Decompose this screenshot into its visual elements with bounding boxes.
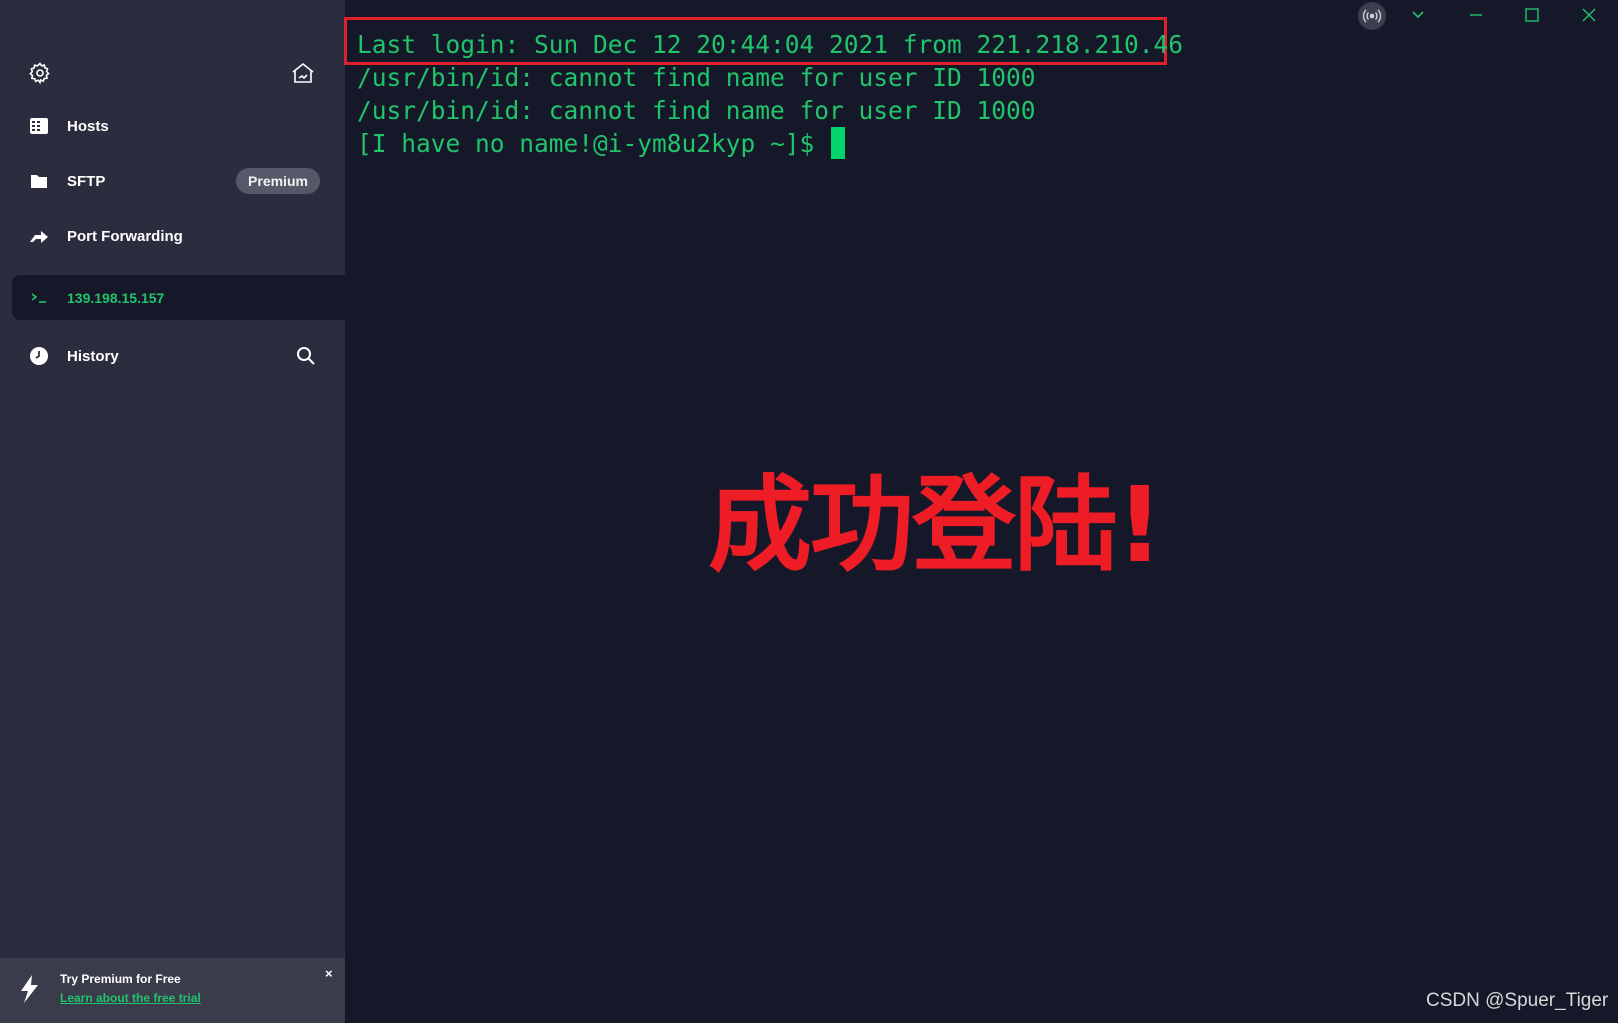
promo-title: Try Premium for Free [60, 972, 181, 986]
maximize-icon[interactable] [1518, 0, 1546, 30]
sidebar-item-session[interactable]: 139.198.15.157 [12, 275, 345, 320]
terminal-icon [28, 286, 50, 308]
terminal-line: Last login: Sun Dec 12 20:44:04 2021 fro… [357, 30, 1184, 59]
home-icon[interactable] [290, 60, 316, 86]
premium-promo: Try Premium for Free Learn about the fre… [0, 958, 345, 1023]
terminal-line: /usr/bin/id: cannot find name for user I… [357, 63, 1036, 92]
sidebar-item-label: 139.198.15.157 [67, 289, 165, 306]
sidebar: Hosts SFTP Premium Port Forwarding 139.1… [0, 0, 345, 1023]
sidebar-item-sftp[interactable]: SFTP Premium [12, 159, 345, 203]
premium-badge[interactable]: Premium [236, 168, 320, 194]
terminal-output[interactable]: Last login: Sun Dec 12 20:44:04 2021 fro… [357, 28, 1183, 160]
minimize-icon[interactable] [1462, 0, 1490, 30]
port-forwarding-icon [28, 225, 50, 247]
history-icon [28, 345, 50, 367]
sidebar-item-port-forwarding[interactable]: Port Forwarding [12, 214, 345, 258]
sidebar-item-history[interactable]: History [12, 334, 345, 378]
success-caption: 成功登陆! [708, 464, 1163, 586]
terminal-prompt-line: [I have no name!@i-ym8u2kyp ~]$ [357, 127, 1183, 160]
terminal-line: /usr/bin/id: cannot find name for user I… [357, 96, 1036, 125]
search-icon[interactable] [296, 346, 318, 368]
close-window-icon[interactable] [1575, 0, 1603, 30]
sidebar-item-label: History [67, 347, 119, 365]
terminal-prompt: [I have no name!@i-ym8u2kyp ~]$ [357, 129, 830, 158]
terminal-cursor [831, 127, 846, 159]
close-icon[interactable]: × [325, 966, 333, 981]
sidebar-item-hosts[interactable]: Hosts [12, 104, 345, 148]
gear-icon[interactable] [28, 61, 52, 85]
broadcast-icon[interactable] [1358, 2, 1386, 30]
sidebar-item-label: SFTP [67, 172, 106, 190]
sidebar-top-icons [0, 58, 345, 88]
watermark: CSDN @Spuer_Tiger [1426, 990, 1609, 1011]
lightning-icon [18, 974, 42, 1004]
hosts-icon [28, 115, 50, 137]
folder-icon [28, 170, 50, 192]
sidebar-item-label: Port Forwarding [67, 227, 183, 245]
free-trial-link[interactable]: Learn about the free trial [60, 991, 201, 1005]
sidebar-item-label: Hosts [67, 117, 109, 135]
chevron-down-icon[interactable] [1404, 0, 1432, 30]
